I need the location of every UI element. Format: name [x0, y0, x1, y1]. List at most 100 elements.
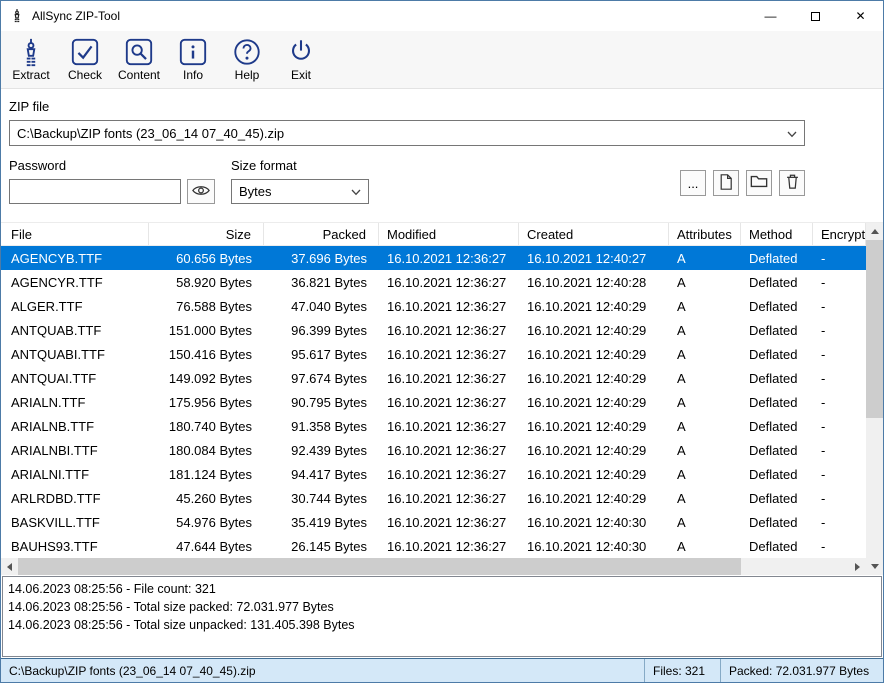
- cell-attributes: A: [669, 270, 741, 294]
- cell-attributes: A: [669, 318, 741, 342]
- column-header-packed[interactable]: Packed: [264, 223, 379, 245]
- cell-size: 149.092 Bytes: [149, 366, 264, 390]
- browse-button[interactable]: ...: [680, 170, 706, 196]
- table-row[interactable]: ARIALNB.TTF 180.740 Bytes 91.358 Bytes 1…: [1, 414, 866, 438]
- vertical-scroll-track[interactable]: [866, 240, 883, 558]
- cell-modified: 16.10.2021 12:36:27: [379, 270, 519, 294]
- column-header-encrypted[interactable]: Encrypted: [813, 223, 866, 245]
- toolbar-button-label: Exit: [291, 68, 311, 82]
- log-line: 14.06.2023 08:25:56 - Total size packed:…: [8, 598, 876, 616]
- scroll-right-button[interactable]: [849, 558, 866, 575]
- info-button[interactable]: Info: [166, 33, 220, 87]
- open-file-button[interactable]: [713, 170, 739, 196]
- table-row[interactable]: BASKVILL.TTF 54.976 Bytes 35.419 Bytes 1…: [1, 510, 866, 534]
- delete-button[interactable]: [779, 170, 805, 196]
- cell-created: 16.10.2021 12:40:29: [519, 486, 669, 510]
- cell-modified: 16.10.2021 12:36:27: [379, 486, 519, 510]
- help-icon: [232, 37, 262, 67]
- cell-file: AGENCYR.TTF: [1, 270, 149, 294]
- vertical-scrollbar[interactable]: [866, 223, 883, 575]
- cell-encrypted: -: [813, 366, 866, 390]
- cell-file: ANTQUAB.TTF: [1, 318, 149, 342]
- zip-file-combobox[interactable]: C:\Backup\ZIP fonts (23_06_14 07_40_45).…: [9, 120, 805, 146]
- cell-packed: 92.439 Bytes: [264, 438, 379, 462]
- cell-modified: 16.10.2021 12:36:27: [379, 414, 519, 438]
- minimize-button[interactable]: —: [748, 1, 793, 31]
- action-buttons: ...: [680, 170, 805, 196]
- column-header-file[interactable]: File: [1, 223, 149, 245]
- open-folder-button[interactable]: [746, 170, 772, 196]
- cell-encrypted: -: [813, 510, 866, 534]
- log-panel[interactable]: 14.06.2023 08:25:56 - File count: 321 14…: [2, 576, 882, 657]
- cell-size: 47.644 Bytes: [149, 534, 264, 558]
- content-button[interactable]: Content: [112, 33, 166, 87]
- table-row[interactable]: BAUHS93.TTF 47.644 Bytes 26.145 Bytes 16…: [1, 534, 866, 558]
- cell-file: AGENCYB.TTF: [1, 246, 149, 270]
- table-header: File Size Packed Modified Created Attrib…: [1, 223, 866, 246]
- cell-size: 58.920 Bytes: [149, 270, 264, 294]
- toolbar-button-label: Help: [235, 68, 260, 82]
- cell-encrypted: -: [813, 414, 866, 438]
- cell-created: 16.10.2021 12:40:29: [519, 414, 669, 438]
- scroll-up-button[interactable]: [866, 223, 883, 240]
- cell-created: 16.10.2021 12:40:29: [519, 366, 669, 390]
- status-bar: C:\Backup\ZIP fonts (23_06_14 07_40_45).…: [1, 658, 883, 682]
- cell-attributes: A: [669, 462, 741, 486]
- cell-encrypted: -: [813, 294, 866, 318]
- horizontal-scroll-thumb[interactable]: [18, 558, 741, 575]
- title-bar: AllSync ZIP-Tool — ✕: [1, 1, 883, 31]
- cell-size: 181.124 Bytes: [149, 462, 264, 486]
- column-header-created[interactable]: Created: [519, 223, 669, 245]
- cell-method: Deflated: [741, 534, 813, 558]
- zip-file-value: C:\Backup\ZIP fonts (23_06_14 07_40_45).…: [17, 126, 787, 141]
- table-row[interactable]: ANTQUAB.TTF 151.000 Bytes 96.399 Bytes 1…: [1, 318, 866, 342]
- cell-method: Deflated: [741, 414, 813, 438]
- column-header-size[interactable]: Size: [149, 223, 264, 245]
- table-row[interactable]: ARLRDBD.TTF 45.260 Bytes 30.744 Bytes 16…: [1, 486, 866, 510]
- cell-file: ARIALNBI.TTF: [1, 438, 149, 462]
- cell-encrypted: -: [813, 390, 866, 414]
- table-row[interactable]: ALGER.TTF 76.588 Bytes 47.040 Bytes 16.1…: [1, 294, 866, 318]
- table-row[interactable]: ARIALN.TTF 175.956 Bytes 90.795 Bytes 16…: [1, 390, 866, 414]
- trash-icon: [785, 173, 800, 193]
- vertical-scroll-thumb[interactable]: [866, 240, 883, 418]
- check-button[interactable]: Check: [58, 33, 112, 87]
- cell-modified: 16.10.2021 12:36:27: [379, 294, 519, 318]
- size-format-select[interactable]: Bytes: [231, 179, 369, 204]
- show-password-button[interactable]: [187, 179, 215, 204]
- cell-encrypted: -: [813, 246, 866, 270]
- column-header-method[interactable]: Method: [741, 223, 813, 245]
- cell-created: 16.10.2021 12:40:30: [519, 534, 669, 558]
- cell-size: 45.260 Bytes: [149, 486, 264, 510]
- table-row[interactable]: ANTQUAI.TTF 149.092 Bytes 97.674 Bytes 1…: [1, 366, 866, 390]
- eye-icon: [192, 184, 210, 200]
- cell-packed: 96.399 Bytes: [264, 318, 379, 342]
- table-row[interactable]: ARIALNI.TTF 181.124 Bytes 94.417 Bytes 1…: [1, 462, 866, 486]
- extract-button[interactable]: Extract: [4, 33, 58, 87]
- cell-file: ALGER.TTF: [1, 294, 149, 318]
- horizontal-scrollbar[interactable]: [1, 558, 866, 575]
- arrow-left-icon: [7, 563, 12, 571]
- cell-method: Deflated: [741, 510, 813, 534]
- maximize-button[interactable]: [793, 1, 838, 31]
- cell-file: BAUHS93.TTF: [1, 534, 149, 558]
- scroll-left-button[interactable]: [1, 558, 18, 575]
- cell-attributes: A: [669, 366, 741, 390]
- exit-button[interactable]: Exit: [274, 33, 328, 87]
- close-button[interactable]: ✕: [838, 1, 883, 31]
- table-row[interactable]: AGENCYR.TTF 58.920 Bytes 36.821 Bytes 16…: [1, 270, 866, 294]
- column-header-modified[interactable]: Modified: [379, 223, 519, 245]
- table-row[interactable]: ARIALNBI.TTF 180.084 Bytes 92.439 Bytes …: [1, 438, 866, 462]
- horizontal-scroll-track[interactable]: [18, 558, 849, 575]
- cell-file: BASKVILL.TTF: [1, 510, 149, 534]
- scroll-down-button[interactable]: [866, 558, 883, 575]
- cell-attributes: A: [669, 510, 741, 534]
- cell-modified: 16.10.2021 12:36:27: [379, 366, 519, 390]
- column-header-attributes[interactable]: Attributes: [669, 223, 741, 245]
- cell-attributes: A: [669, 390, 741, 414]
- table-row[interactable]: AGENCYB.TTF 60.656 Bytes 37.696 Bytes 16…: [1, 246, 866, 270]
- cell-packed: 26.145 Bytes: [264, 534, 379, 558]
- help-button[interactable]: Help: [220, 33, 274, 87]
- table-row[interactable]: ANTQUABI.TTF 150.416 Bytes 95.617 Bytes …: [1, 342, 866, 366]
- password-input[interactable]: [9, 179, 181, 204]
